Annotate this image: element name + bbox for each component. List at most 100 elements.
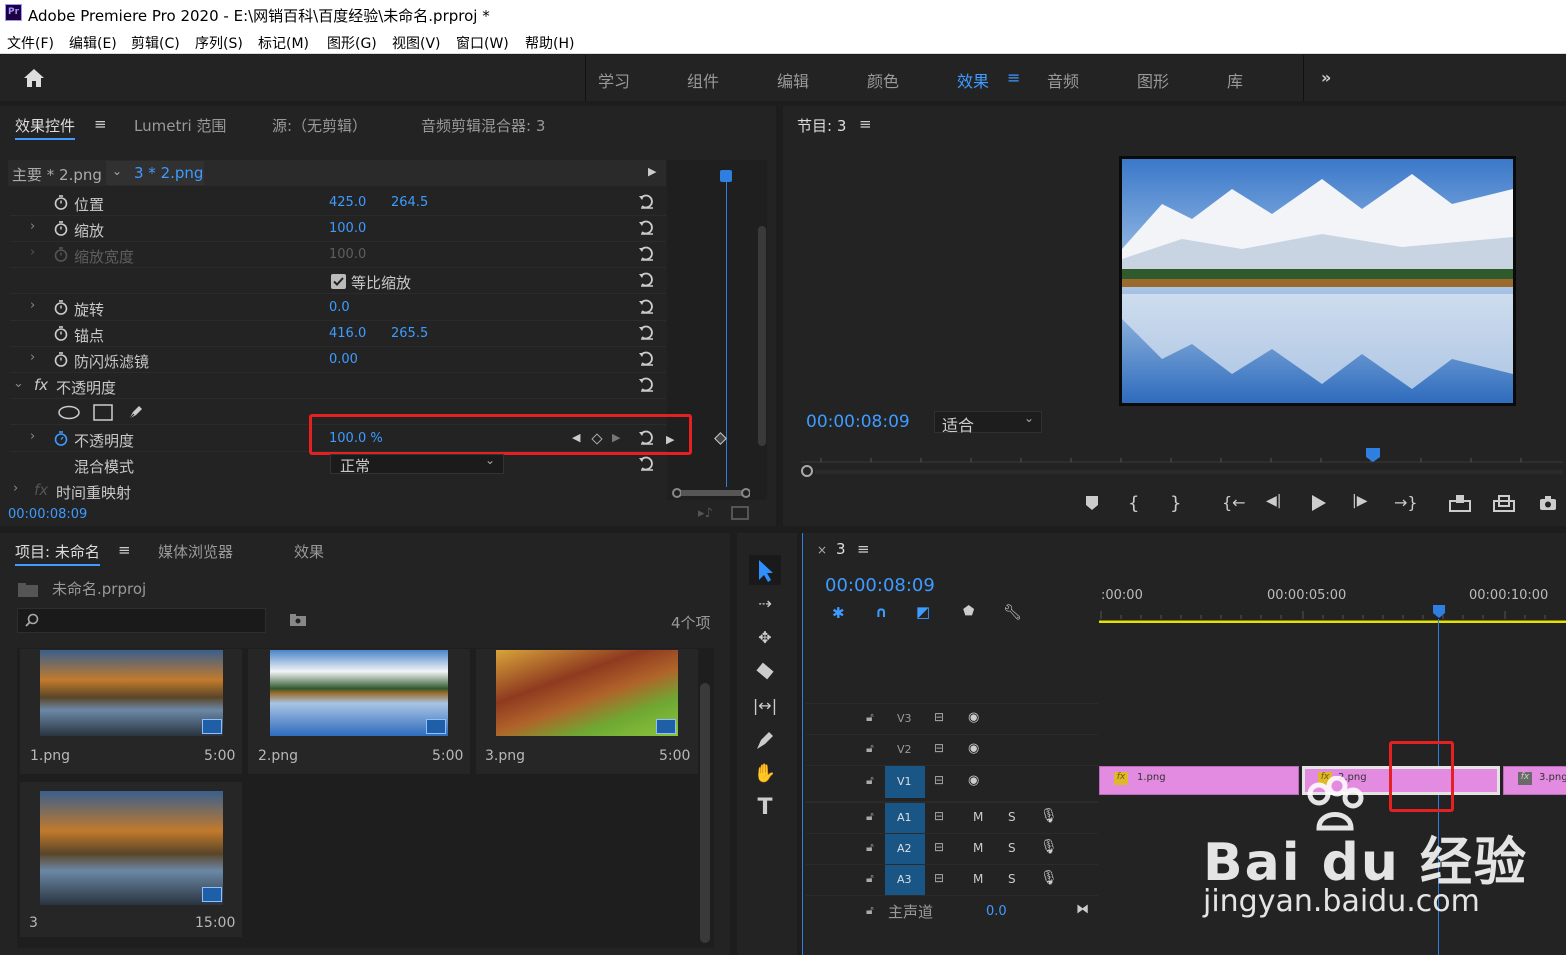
- chevron-right-icon[interactable]: ›: [30, 298, 35, 313]
- timeline-timecode[interactable]: 00:00:08:09: [825, 575, 935, 596]
- microphone-icon[interactable]: 🎙︎: [1040, 839, 1058, 855]
- uniform-scale-checkbox[interactable]: [331, 274, 346, 289]
- menu-sequence[interactable]: 序列(S): [195, 33, 243, 53]
- mute-button[interactable]: M: [973, 872, 983, 886]
- hand-tool[interactable]: ✋: [749, 759, 781, 789]
- ws-tab-libraries[interactable]: 库: [1227, 68, 1243, 92]
- snap-magnet-icon[interactable]: ∩: [875, 603, 887, 621]
- chevron-right-icon[interactable]: ›: [13, 481, 18, 496]
- camera-icon[interactable]: [1538, 493, 1558, 513]
- ws-menu-icon[interactable]: ≡: [1007, 68, 1020, 87]
- tab-menu-icon[interactable]: ≡: [118, 541, 131, 559]
- project-item[interactable]: 3.png 5:00: [476, 649, 698, 774]
- tab-menu-icon[interactable]: ≡: [94, 115, 107, 133]
- lock-icon[interactable]: 🔓︎: [866, 809, 874, 824]
- reset-icon[interactable]: [638, 350, 656, 368]
- keyframe-playhead[interactable]: [720, 170, 732, 182]
- tab-sequence-3[interactable]: 3: [836, 540, 846, 558]
- sync-lock-icon[interactable]: ⊟: [934, 871, 944, 885]
- chevron-right-icon[interactable]: ›: [30, 429, 35, 444]
- go-to-in-icon[interactable]: {←: [1222, 493, 1246, 513]
- track-label[interactable]: V1: [897, 775, 912, 788]
- play-clip-icon[interactable]: ▶: [648, 165, 656, 178]
- chevron-right-icon[interactable]: ›: [30, 350, 35, 365]
- pen-mask-icon[interactable]: [127, 403, 145, 421]
- track-label[interactable]: A3: [897, 873, 912, 886]
- sync-lock-icon[interactable]: ⊟: [934, 741, 944, 755]
- eye-icon[interactable]: ◉: [968, 710, 979, 725]
- ws-tab-audio[interactable]: 音频: [1047, 68, 1079, 92]
- mute-button[interactable]: M: [973, 841, 983, 855]
- ws-tab-effects[interactable]: 效果: [957, 68, 989, 92]
- pen-tool[interactable]: [749, 725, 781, 755]
- sync-lock-icon[interactable]: ⊟: [934, 809, 944, 823]
- tab-audio-clip-mixer[interactable]: 音频剪辑混合器: 3: [421, 115, 545, 136]
- stopwatch-active-icon[interactable]: [54, 431, 68, 446]
- track-label[interactable]: A1: [897, 811, 912, 824]
- add-marker-icon[interactable]: [1082, 493, 1102, 513]
- insert-icon[interactable]: [1448, 493, 1471, 513]
- overwrite-icon[interactable]: [1492, 493, 1515, 513]
- tab-lumetri-scopes[interactable]: Lumetri 范围: [134, 115, 226, 136]
- reset-icon[interactable]: [638, 193, 656, 211]
- type-tool[interactable]: T: [749, 793, 781, 823]
- keyframe-zoom-slider[interactable]: [672, 488, 750, 498]
- project-item[interactable]: 1.png 5:00: [20, 649, 242, 774]
- ws-more-icon[interactable]: »: [1321, 68, 1331, 87]
- tab-project[interactable]: 项目: 未命名: [15, 541, 100, 566]
- mark-in-icon[interactable]: {: [1128, 493, 1148, 514]
- ws-tab-learn[interactable]: 学习: [598, 68, 630, 92]
- home-icon[interactable]: [22, 67, 46, 89]
- razor-tool[interactable]: [749, 657, 781, 687]
- play-icon[interactable]: [1309, 493, 1329, 513]
- new-search-bin-icon[interactable]: [289, 613, 307, 627]
- reset-icon[interactable]: [638, 245, 656, 263]
- go-to-out-icon[interactable]: →}: [1394, 493, 1418, 513]
- fx-badge[interactable]: fx: [34, 376, 48, 394]
- tab-menu-icon[interactable]: ≡: [857, 540, 870, 558]
- lock-icon[interactable]: 🔓︎: [866, 741, 874, 756]
- prop-value[interactable]: 100.0: [329, 221, 366, 236]
- export-frame-icon[interactable]: [731, 506, 749, 520]
- stopwatch-icon[interactable]: [54, 326, 68, 341]
- master-clip-label[interactable]: 主要 * 2.png: [12, 164, 102, 185]
- lock-icon[interactable]: 🔓︎: [866, 903, 874, 918]
- chevron-down-icon[interactable]: ⌄: [13, 376, 24, 391]
- master-volume[interactable]: 0.0: [986, 904, 1007, 919]
- track-label[interactable]: V3: [897, 712, 912, 725]
- program-title[interactable]: 节目: 3: [797, 115, 846, 136]
- sync-lock-icon[interactable]: ⊟: [934, 710, 944, 724]
- tab-effects[interactable]: 效果: [294, 541, 324, 562]
- add-marker-icon[interactable]: ⬟: [963, 604, 974, 619]
- reset-icon[interactable]: [638, 298, 656, 316]
- project-item[interactable]: 3 15:00: [20, 782, 242, 937]
- ripple-edit-tool[interactable]: ✥: [749, 623, 781, 653]
- menu-file[interactable]: 文件(F): [7, 33, 54, 53]
- track-select-tool[interactable]: ⇢: [749, 589, 781, 619]
- zoom-handle[interactable]: [801, 465, 813, 477]
- reset-icon[interactable]: [638, 324, 656, 342]
- stopwatch-icon[interactable]: [54, 352, 68, 367]
- mark-out-icon[interactable]: }: [1170, 493, 1190, 514]
- ws-tab-graphics[interactable]: 图形: [1137, 68, 1169, 92]
- mute-button[interactable]: M: [973, 810, 983, 824]
- solo-button[interactable]: S: [1008, 872, 1016, 886]
- microphone-icon[interactable]: 🎙︎: [1040, 808, 1058, 824]
- ellipse-mask-icon[interactable]: [58, 405, 80, 420]
- master-meter-icon[interactable]: ⧓: [1076, 902, 1089, 917]
- sync-lock-icon[interactable]: ⊟: [934, 773, 944, 787]
- lock-icon[interactable]: 🔓︎: [866, 840, 874, 855]
- lock-icon[interactable]: 🔓︎: [866, 710, 874, 725]
- tab-media-browser[interactable]: 媒体浏览器: [158, 541, 233, 562]
- menu-graphics[interactable]: 图形(G): [327, 33, 377, 53]
- track-label[interactable]: A2: [897, 842, 912, 855]
- track-label[interactable]: V2: [897, 743, 912, 756]
- linked-selection-icon[interactable]: ◩: [916, 603, 930, 621]
- ws-tab-color[interactable]: 颜色: [867, 68, 899, 92]
- lock-icon[interactable]: 🔓︎: [866, 773, 874, 788]
- reset-icon[interactable]: [638, 219, 656, 237]
- prop-value-x[interactable]: 425.0: [329, 195, 366, 210]
- menu-edit[interactable]: 编辑(E): [69, 33, 117, 53]
- scrollbar-vertical[interactable]: [700, 683, 710, 943]
- step-back-icon[interactable]: ◀|: [1266, 493, 1286, 513]
